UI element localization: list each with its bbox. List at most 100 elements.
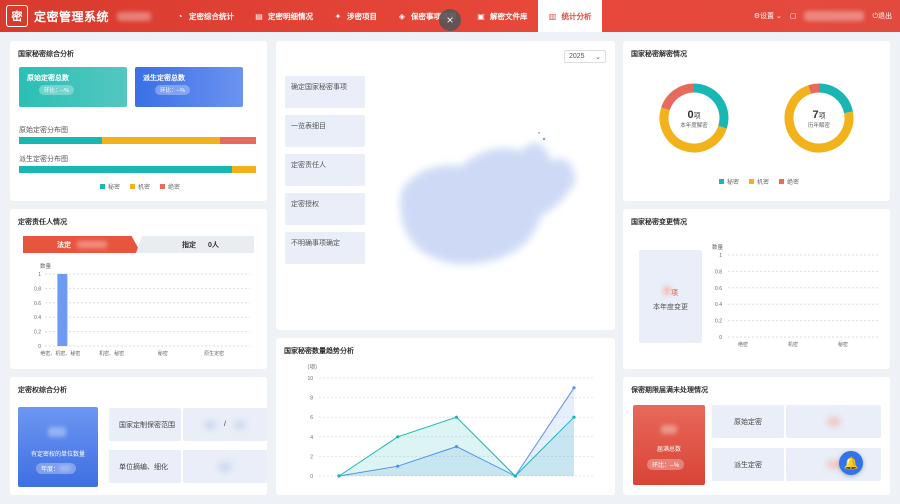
stat-item: 定密授权	[285, 193, 365, 225]
y-tick-label: 8	[310, 396, 313, 402]
nav-item-secret-projects[interactable]: ✦ 涉密项目	[323, 0, 387, 32]
dist-segment	[19, 166, 233, 173]
stat-item: 确定国家秘密事项	[285, 76, 365, 108]
x-tick-label: 绝密	[738, 341, 748, 348]
stat-item: 不明确事项确定	[285, 232, 365, 264]
x-tick-label: 绝密、机密、秘密	[40, 350, 80, 357]
y-tick-label: 0	[38, 344, 41, 350]
ratio-badge: 环比：--%	[39, 85, 75, 95]
pie-slice	[808, 83, 820, 94]
card-title: 定密权综合分析	[18, 387, 67, 394]
y-tick-label: 1	[719, 253, 722, 259]
donut-center: 7项 历年解密	[807, 109, 830, 129]
change-bar-chart: 数量 1 0.8 0.6 0.4 0.2 0 绝密 机密 秘密	[712, 243, 878, 348]
stat-item: 定密责任人	[285, 154, 365, 186]
nav-item-comprehensive-stats[interactable]: ◔ 定密综合统计	[165, 0, 244, 32]
list-icon: ▤	[255, 11, 263, 21]
blurred-user-name	[804, 11, 865, 21]
assigned-tab[interactable]: 指定 0人	[136, 236, 254, 253]
y-tick-label: 0.2	[715, 319, 722, 325]
data-point	[337, 474, 341, 478]
card-title: 国家秘密解密情况	[631, 51, 687, 58]
card-title: 保密期限届满未处理情况	[631, 387, 708, 394]
blurred-unit-name	[117, 11, 152, 21]
settings-button[interactable]: ⚙设置 ⌄	[754, 11, 782, 21]
unit-label-cell: 单位摘编、细化	[109, 450, 181, 483]
authorized-units-tile: 有定密权的单位数量 年度：	[18, 407, 98, 487]
orig-value-cell	[786, 405, 881, 438]
responsible-person-card: 定密责任人情况 法定 指定 0人 数量 1 0.8 0.6 0.4 0.2 0 绝密、机密、秘密…	[10, 209, 267, 369]
y-tick-label: 0.4	[34, 315, 41, 321]
message-icon[interactable]: ▢	[790, 12, 797, 20]
card-title: 定密责任人情况	[18, 219, 67, 226]
card-title: 国家秘密数量趋势分析	[284, 348, 354, 355]
dist-segment	[220, 137, 256, 144]
nav-item-declassified-library[interactable]: ▣ 解密文件库	[466, 0, 538, 32]
pie-slice	[661, 83, 695, 111]
app-logo: 密	[6, 5, 28, 27]
y-tick-label: 0.8	[34, 286, 41, 292]
derived-dist-label: 派生定密分布图	[19, 156, 68, 163]
year-select[interactable]: 2025 ⌄	[564, 50, 606, 63]
card-title: 国家秘密变更情况	[631, 219, 687, 226]
derived-dist-bar	[19, 166, 256, 173]
y-tick-label: 1	[38, 272, 41, 278]
y-tick-label: 2	[310, 454, 313, 460]
header-actions: ⚙设置 ⌄ ▢ ⏻退出	[754, 0, 892, 32]
derived-value-cell	[786, 448, 881, 481]
y-tick-label: 0.4	[715, 302, 722, 308]
x-tick-label: 机密、秘密	[99, 350, 124, 357]
declassify-card: 国家秘密解密情况 0项 本年度解密 7项 历年解密 秘密 机密 绝密	[623, 41, 890, 201]
legend-item: 机密	[130, 182, 150, 191]
unit-value-cell	[183, 450, 267, 483]
legend: 秘密 机密 绝密	[719, 177, 799, 186]
logout-button[interactable]: ⏻退出	[872, 11, 892, 21]
app-title: 定密管理系统	[34, 9, 110, 24]
x-tick-label: 秘密	[838, 341, 848, 348]
dist-segment	[101, 137, 221, 144]
change-card: 国家秘密变更情况 项 本年度变更 数量 1 0.8 0.6 0.4 0.2 0 绝密 机密 秘密	[623, 209, 890, 369]
folder-icon: ▣	[477, 11, 485, 21]
project-icon: ✦	[334, 11, 342, 21]
blurred-map	[400, 132, 576, 265]
orig-label-cell: 原始定密	[712, 405, 784, 438]
legal-tab[interactable]: 法定	[23, 236, 141, 253]
original-dist-bar	[19, 137, 256, 144]
legend-item: 绝密	[779, 177, 799, 186]
stat-item: 一览表细目	[285, 115, 365, 147]
y-axis-label: 数量	[40, 262, 52, 270]
chart-icon: ▥	[548, 11, 557, 21]
data-point	[513, 474, 517, 478]
legend-item: 秘密	[100, 182, 120, 191]
trend-card: 国家秘密数量趋势分析 （项） 10 8 6 4 2 0	[276, 338, 615, 495]
notification-bell-icon[interactable]: 🔔	[839, 451, 863, 475]
data-point	[572, 386, 576, 390]
data-point	[396, 435, 400, 439]
derived-label-cell: 派生定密	[712, 448, 784, 481]
map-card: 2025 ⌄ 确定国家秘密事项 一览表细目 定密责任人 定密授权 不明确事项确定	[276, 41, 615, 330]
x-tick-label: 原生定密	[204, 350, 224, 357]
scope-label-cell: 国家定制保密范围	[109, 408, 181, 441]
y-axis-unit: （项）	[304, 364, 321, 371]
change-count-tile: 项 本年度变更	[639, 250, 702, 343]
y-tick-label: 0.6	[34, 301, 41, 307]
x-tick-label: 机密	[788, 341, 798, 348]
nav-item-details[interactable]: ▤ 定密明细情况	[244, 0, 323, 32]
card-title: 国家秘密综合分析	[18, 51, 74, 58]
dist-segment	[19, 137, 102, 144]
donut-center: 0项 本年度解密	[680, 109, 708, 129]
shield-icon: ◈	[398, 11, 406, 21]
clock-icon: ◔	[177, 11, 183, 21]
authority-card: 定密权综合分析 有定密权的单位数量 年度： 国家定制保密范围 / 单位摘编、细化	[10, 377, 267, 495]
original-dist-label: 原始定密分布图	[19, 127, 68, 134]
close-button[interactable]: ×	[439, 9, 461, 31]
y-tick-label: 6	[310, 415, 313, 421]
y-tick-label: 10	[307, 376, 313, 382]
original-total-tile: 原始定密总数 环比：--%	[19, 67, 127, 107]
legend-item: 秘密	[719, 177, 739, 186]
ratio-badge: 环比：--%	[155, 85, 191, 95]
data-point	[572, 415, 576, 419]
nav-item-statistics[interactable]: ▥ 统计分析	[537, 0, 602, 32]
expire-total-tile: 届满总数 环比：--%	[633, 405, 705, 485]
y-tick-label: 0.2	[34, 330, 41, 336]
